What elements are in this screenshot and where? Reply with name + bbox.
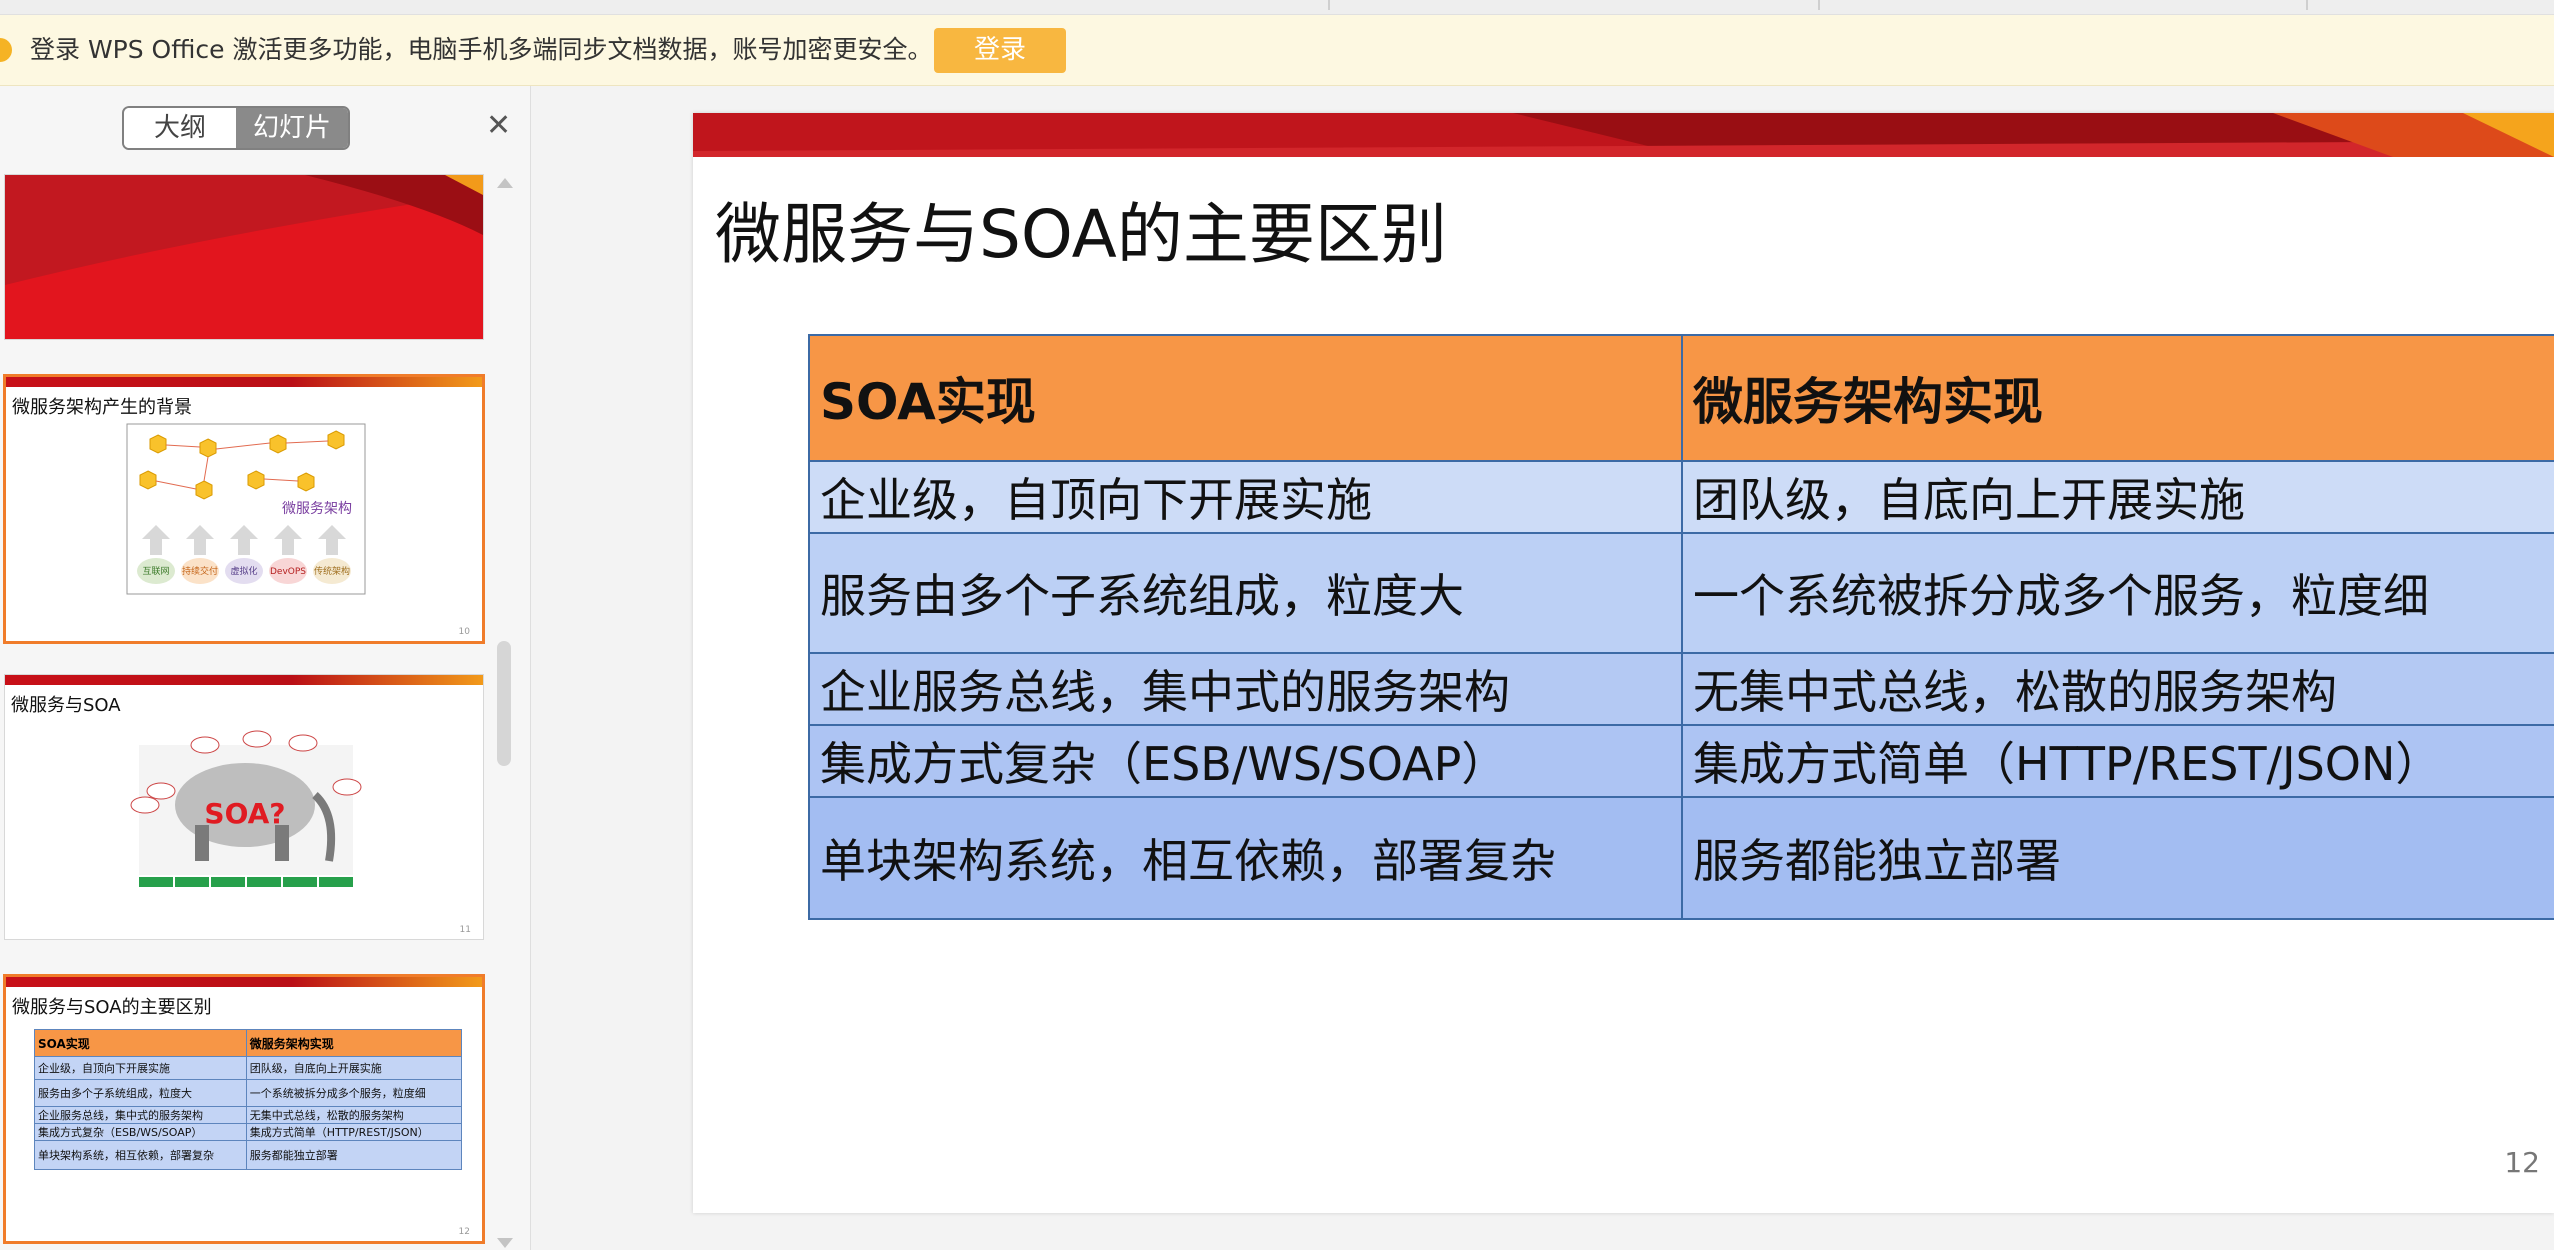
notice-icon <box>0 38 12 62</box>
thumb-page-number: 10 <box>458 627 470 637</box>
table-cell[interactable]: 集成方式复杂（ESB/WS/SOAP） <box>808 724 1683 798</box>
table-cell[interactable]: 无集中式总线，松散的服务架构 <box>1681 652 2554 726</box>
table-row: 企业服务总线，集中式的服务架构 无集中式总线，松散的服务架构 <box>808 652 2554 726</box>
microservice-diagram: 微服务架构 互联网 持续交付 虚拟化 DevOPS 传统架构 <box>126 423 366 595</box>
slide-page-number: 12 <box>2504 1146 2540 1179</box>
table-cell[interactable]: 单块架构系统，相互依赖，部署复杂 <box>808 796 1683 920</box>
header-microservice[interactable]: 微服务架构实现 <box>1681 334 2554 462</box>
slide-canvas[interactable]: 微服务与SOA的主要区别 SOA实现 微服务架构实现 企业级，自顶向下开展实施 … <box>693 113 2554 1213</box>
document-tab-strip <box>0 0 2554 15</box>
diagram-label: 微服务架构 <box>282 501 352 517</box>
thumb-comparison-table: SOA实现 微服务架构实现 企业级，自顶向下开展实施 团队级，自底向上开展实施 服… <box>34 1029 463 1170</box>
table-cell[interactable]: 一个系统被拆分成多个服务，粒度细 <box>1681 532 2554 654</box>
slide-thumbnail-9[interactable] <box>4 174 484 340</box>
scrollbar-thumb[interactable] <box>497 641 511 766</box>
table-cell[interactable]: 企业服务总线，集中式的服务架构 <box>808 652 1683 726</box>
table-cell[interactable]: 服务由多个子系统组成，粒度大 <box>808 532 1683 654</box>
slide-thumbnail-11[interactable]: 微服务与SOA SOA? 11 <box>4 674 484 940</box>
table-cell[interactable]: 企业级，自顶向下开展实施 <box>808 460 1683 534</box>
table-row: 集成方式复杂（ESB/WS/SOAP） 集成方式简单（HTTP/REST/JSO… <box>808 724 2554 798</box>
login-notice-bar: 登录 WPS Office 激活更多功能，电脑手机多端同步文档数据，账号加密更安… <box>0 15 2554 86</box>
view-toggle: 大纲 幻灯片 <box>122 106 350 150</box>
thumbnail-scrollbar[interactable] <box>494 176 514 1250</box>
slide-thumbnail-12[interactable]: 微服务与SOA的主要区别 SOA实现 微服务架构实现 企业级，自顶向下开展实施团… <box>3 974 485 1244</box>
chip-devops: DevOPS <box>270 567 306 577</box>
close-panel-icon[interactable]: ✕ <box>486 108 511 143</box>
table-row: 服务由多个子系统组成，粒度大 一个系统被拆分成多个服务，粒度细 <box>808 532 2554 654</box>
tab-slides[interactable]: 幻灯片 <box>236 108 348 148</box>
chip-legacy: 传统架构 <box>314 565 350 577</box>
slide-thumbnail-10[interactable]: 微服务架构产生的背景 微服务架构 互联网 持续交付 虚拟化 DevOPS 传统架… <box>3 374 485 644</box>
thumb-page-number: 11 <box>459 925 471 935</box>
table-cell[interactable]: 团队级，自底向上开展实施 <box>1681 460 2554 534</box>
tab-outline[interactable]: 大纲 <box>124 108 236 148</box>
login-button[interactable]: 登录 <box>934 28 1066 73</box>
cover-graphic <box>5 175 483 339</box>
svg-text:SOA?: SOA? <box>204 797 285 830</box>
chip-virtualization: 虚拟化 <box>230 565 257 577</box>
slide-band <box>6 977 482 987</box>
table-row: 单块架构系统，相互依赖，部署复杂 服务都能独立部署 <box>808 796 2554 920</box>
slide-header-band <box>693 113 2554 157</box>
elephant-illustration: SOA? <box>130 730 362 887</box>
table-header-row: SOA实现 微服务架构实现 <box>808 334 2554 462</box>
thumb-title: 微服务与SOA的主要区别 <box>12 997 212 1018</box>
table-cell[interactable]: 服务都能独立部署 <box>1681 796 2554 920</box>
comparison-table[interactable]: SOA实现 微服务架构实现 企业级，自顶向下开展实施 团队级，自底向上开展实施 … <box>808 334 2554 920</box>
chip-internet: 互联网 <box>142 566 169 577</box>
slide-band <box>6 377 482 387</box>
thumb-title: 微服务与SOA <box>11 695 121 716</box>
notice-text: 登录 WPS Office 激活更多功能，电脑手机多端同步文档数据，账号加密更安… <box>30 35 933 64</box>
scroll-up-icon[interactable] <box>497 178 513 188</box>
header-soa[interactable]: SOA实现 <box>808 334 1683 462</box>
thumb-title: 微服务架构产生的背景 <box>12 397 192 418</box>
scroll-down-icon[interactable] <box>497 1238 513 1248</box>
slide-title[interactable]: 微服务与SOA的主要区别 <box>715 181 1447 277</box>
thumb-page-number: 12 <box>458 1227 470 1237</box>
chip-cd: 持续交付 <box>182 565 218 577</box>
table-cell[interactable]: 集成方式简单（HTTP/REST/JSON） <box>1681 724 2554 798</box>
table-row: 企业级，自顶向下开展实施 团队级，自底向上开展实施 <box>808 460 2554 534</box>
slide-navigation-panel: 大纲 幻灯片 ✕ 微服务架构产生的背景 微服务架构 互联网 持续交付 虚拟化 D… <box>0 86 531 1250</box>
slide-band <box>5 675 483 685</box>
